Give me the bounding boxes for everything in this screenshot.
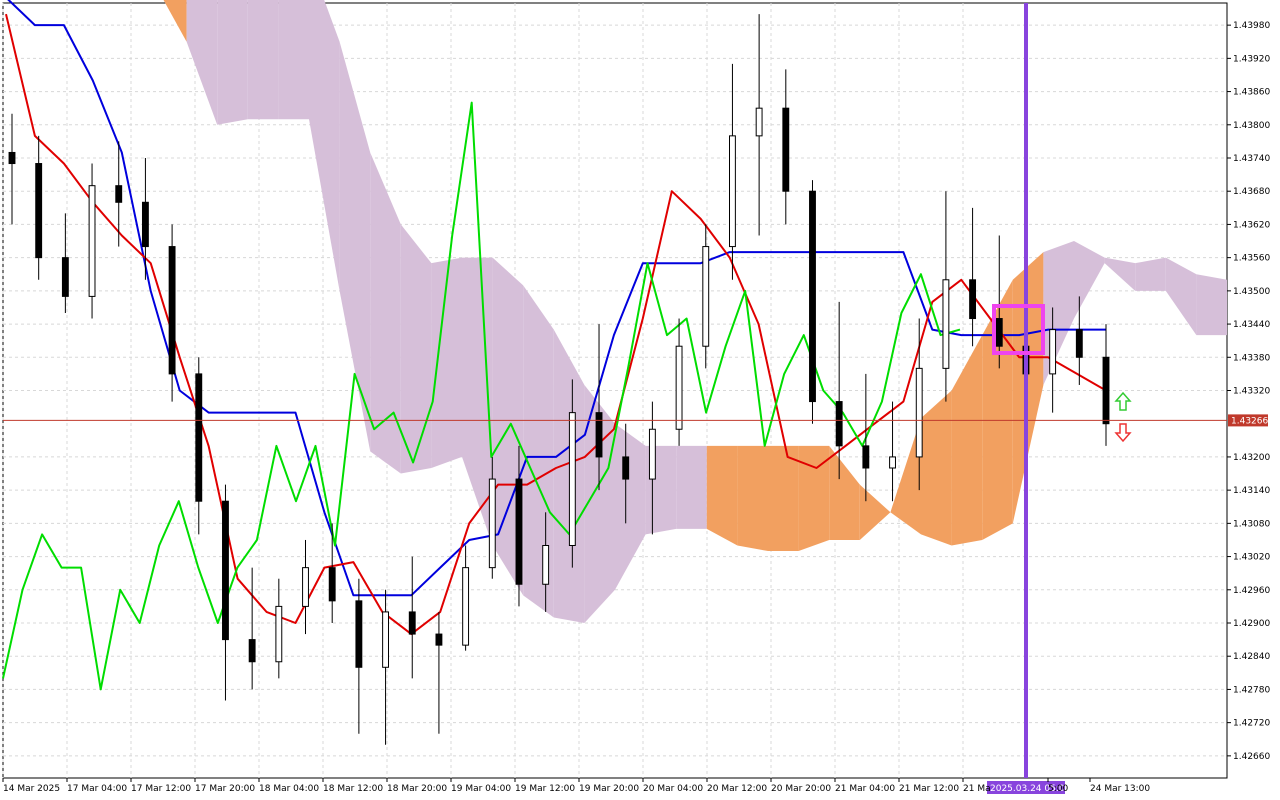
- candle-bear: [782, 107, 790, 192]
- x-tick-label: 24 Mar 13:00: [1090, 784, 1150, 794]
- x-tick-label: 18 Mar 20:00: [387, 784, 447, 794]
- candle-bull: [702, 246, 710, 347]
- candle-bull: [889, 456, 896, 469]
- x-tick-label: 21 Mar 04:00: [835, 784, 895, 794]
- y-tick-label: 1.42780: [1233, 685, 1270, 695]
- kumo-segment: [1135, 257, 1166, 291]
- y-tick-label: 1.43620: [1233, 220, 1270, 230]
- kumo-segment: [676, 445, 707, 529]
- candle-bear: [622, 456, 630, 480]
- candle-bull: [88, 185, 96, 297]
- candle-bear: [969, 279, 977, 320]
- candle-bear: [835, 401, 843, 447]
- candle-bear: [995, 318, 1003, 347]
- x-tick-label: 5:00: [1048, 784, 1068, 794]
- candle-bear: [595, 412, 603, 458]
- x-tick-label: 20 Mar 20:00: [771, 784, 831, 794]
- candle-bear: [809, 190, 816, 403]
- x-tick-label: 20 Mar 04:00: [643, 784, 703, 794]
- candle-bull: [382, 611, 389, 668]
- y-tick-label: 1.42900: [1233, 619, 1270, 629]
- y-tick-label: 1.43920: [1233, 54, 1270, 64]
- y-tick-label: 1.43680: [1233, 187, 1270, 197]
- candle-bear: [35, 163, 43, 259]
- candle-bear: [328, 567, 336, 602]
- x-tick-label: 20 Mar 12:00: [707, 784, 767, 794]
- candle-bear: [141, 201, 149, 248]
- y-tick-label: 1.43200: [1233, 453, 1270, 463]
- kumo-segment: [523, 285, 554, 618]
- candle-bull: [755, 107, 763, 137]
- y-tick-label: 1.43860: [1233, 88, 1270, 98]
- x-tick-label: 18 Mar 12:00: [323, 784, 383, 794]
- candle-bull: [488, 478, 496, 569]
- x-tick-label: 17 Mar 12:00: [131, 784, 191, 794]
- kumo-segment: [768, 445, 799, 552]
- y-tick-label: 1.43980: [1233, 21, 1270, 31]
- x-tick-label: 19 Mar 12:00: [515, 784, 575, 794]
- candle-bear: [248, 639, 256, 663]
- candle-bear: [435, 633, 443, 646]
- grid-layer: [2, 2, 1228, 779]
- candle-bull: [942, 279, 950, 369]
- candle-bull: [542, 545, 550, 585]
- candle-bear: [1075, 329, 1083, 358]
- y-tick-label: 1.42720: [1233, 719, 1270, 729]
- candle-bull: [729, 135, 736, 248]
- candle-bear: [408, 611, 416, 635]
- x-tick-label: 18 Mar 04:00: [259, 784, 319, 794]
- candle-bear: [61, 257, 69, 297]
- candle-bear: [862, 445, 870, 469]
- kumo-segment: [706, 445, 738, 546]
- candle-bear: [1102, 356, 1110, 425]
- kumo-segment: [1196, 274, 1227, 336]
- y-tick-label: 1.43440: [1233, 320, 1270, 330]
- x-tick-label: 17 Mar 20:00: [195, 784, 255, 794]
- y-tick-label: 1.43140: [1233, 486, 1270, 496]
- candle-bull: [275, 605, 283, 663]
- kumo-segment: [278, 0, 309, 120]
- y-tick-label: 1.43740: [1233, 154, 1270, 164]
- kumo-segment: [217, 0, 248, 125]
- x-tick-label: 19 Mar 20:00: [579, 784, 639, 794]
- candle-bull: [648, 428, 656, 480]
- candle-bull: [675, 345, 683, 430]
- y-tick-label: 1.43380: [1233, 353, 1270, 363]
- y-tick-label: 1.43020: [1233, 553, 1270, 563]
- candle-bear: [195, 373, 203, 502]
- y-tick-label: 1.42840: [1233, 652, 1270, 662]
- y-tick-label: 1.43080: [1233, 519, 1270, 529]
- candle-bull: [1049, 329, 1057, 375]
- x-tick-label: 14 Mar 2025: [3, 784, 60, 794]
- x-tick-label: 17 Mar 04:00: [67, 784, 127, 794]
- x-tick-label: 21 Ma: [963, 784, 991, 794]
- x-tick-label: 19 Mar 04:00: [451, 784, 511, 794]
- y-tick-label: 1.42960: [1233, 586, 1270, 596]
- candle-bear: [168, 246, 176, 375]
- kumo-segment: [247, 0, 279, 120]
- kumo-segment: [737, 445, 768, 552]
- ichimoku-chart: 1.432662025.03.24 05:00 1.439801.439201.…: [2, 0, 1270, 794]
- y-tick-label: 1.43560: [1233, 254, 1270, 264]
- x-tick-label: 21 Mar 12:00: [899, 784, 959, 794]
- y-tick-label: 1.43500: [1233, 287, 1270, 297]
- candle-bear: [8, 151, 16, 165]
- candle-bull: [302, 567, 309, 607]
- kumo-segment: [400, 224, 432, 474]
- candle-bear: [355, 600, 363, 668]
- candle-bull: [462, 567, 470, 646]
- candle-bull: [915, 367, 923, 458]
- y-tick-label: 1.42660: [1233, 752, 1270, 762]
- candle-bull: [568, 412, 576, 546]
- y-tick-label: 1.43320: [1233, 387, 1270, 397]
- y-tick-label: 1.43800: [1233, 121, 1270, 131]
- candle-bear: [222, 500, 229, 641]
- current-price-label: 1.43266: [1231, 416, 1268, 426]
- candle-bear: [515, 478, 523, 585]
- candle-bear: [115, 185, 123, 203]
